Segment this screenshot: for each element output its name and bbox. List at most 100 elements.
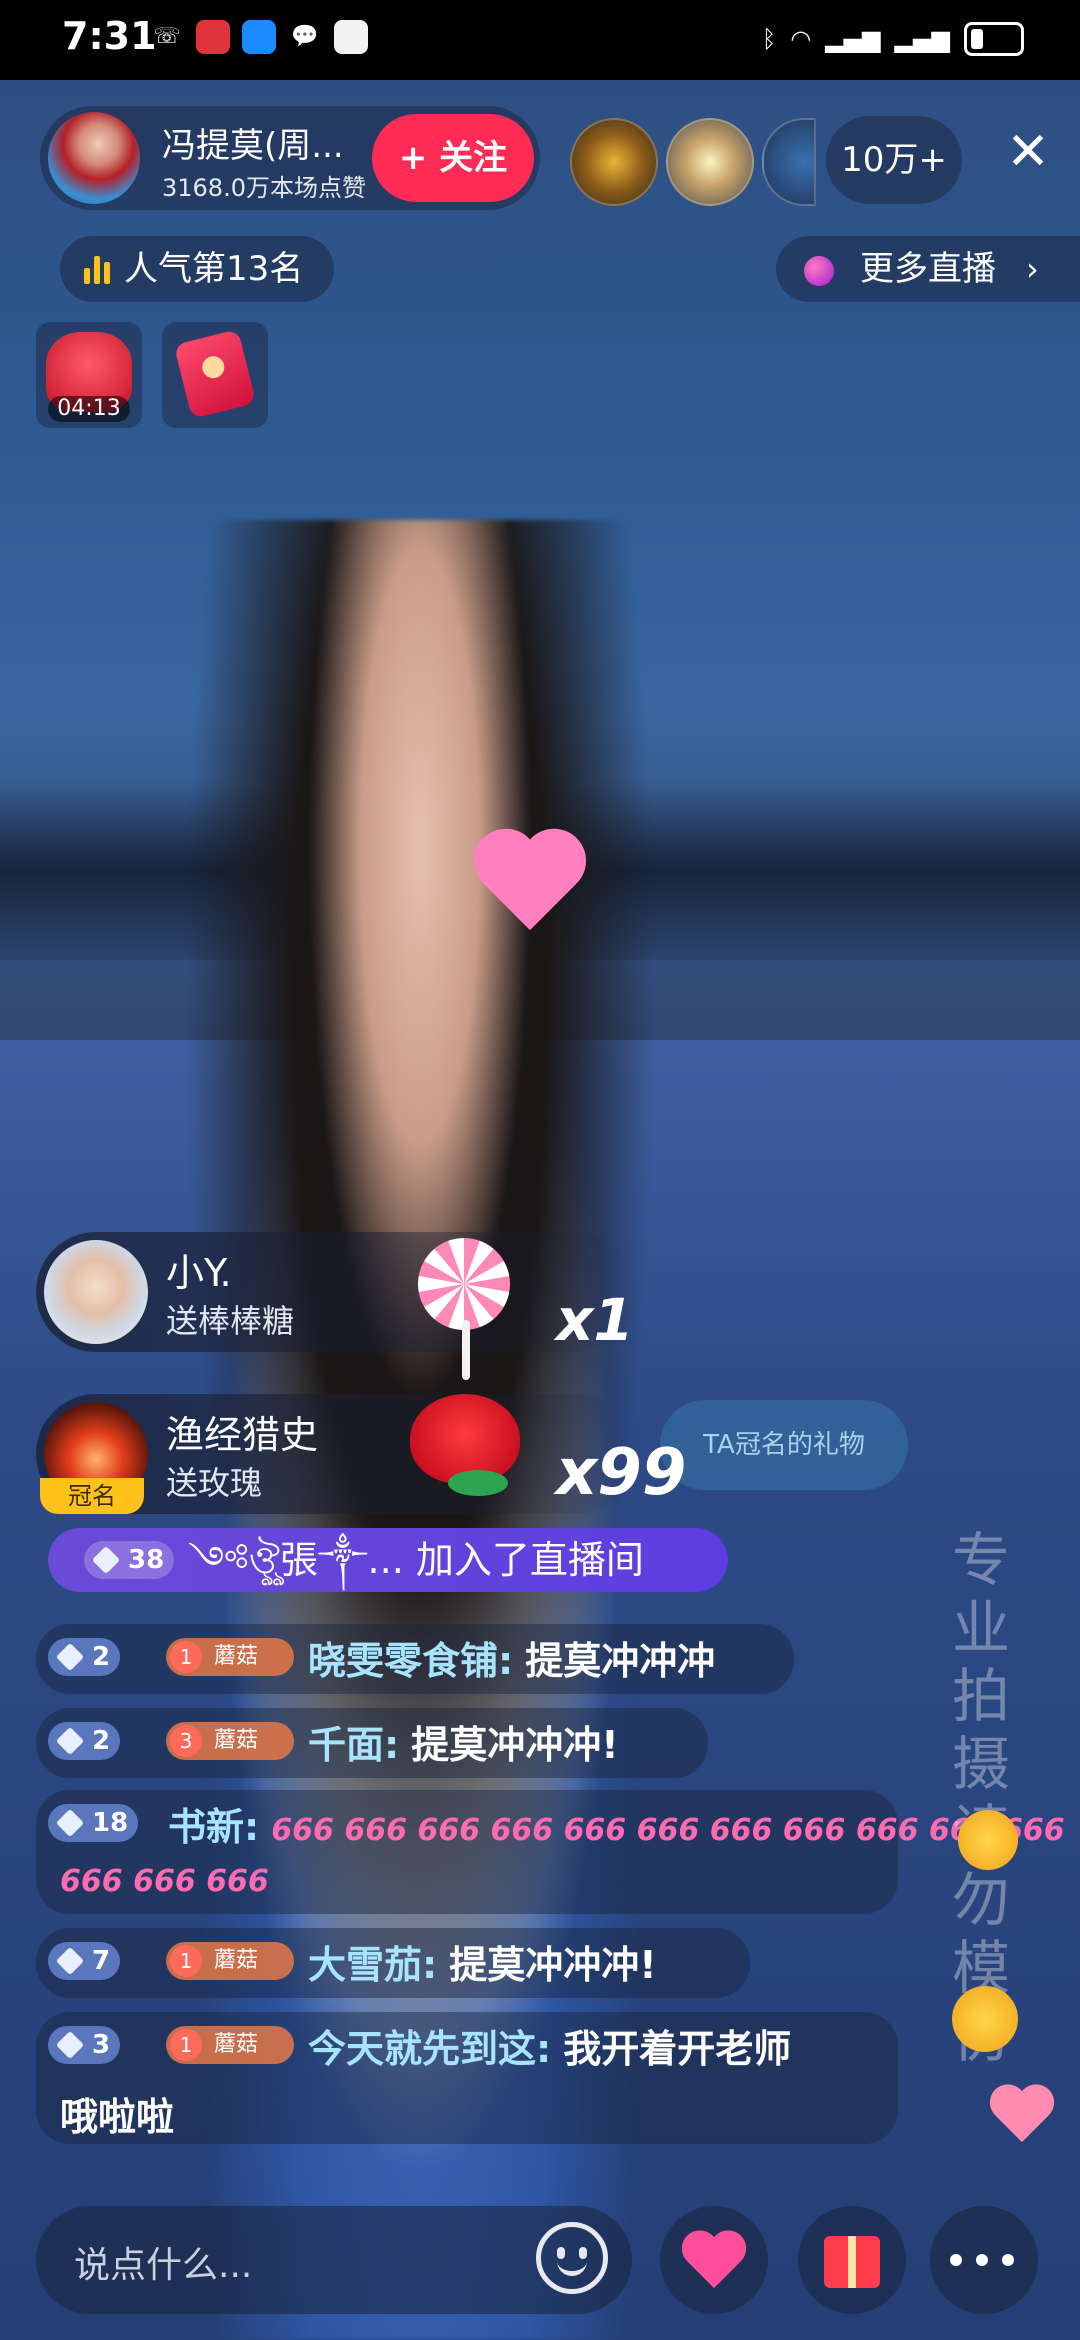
fan-badge: 1 蘑菇: [166, 1638, 294, 1676]
viewer-count[interactable]: 10万+: [826, 116, 962, 204]
level-badge: 3: [48, 2026, 121, 2064]
gift-button[interactable]: [798, 2206, 906, 2314]
app-icon: [242, 20, 276, 54]
rose-leaf: [448, 1470, 508, 1496]
sponsor-gift-tag: TA冠名的礼物: [660, 1400, 908, 1490]
more-button[interactable]: [930, 2206, 1038, 2314]
watermark-char: 拍: [951, 1662, 1010, 1730]
anchor-likes: 3168.0万本场点赞: [162, 174, 366, 202]
lucky-bag-timer: 04:13: [48, 396, 130, 422]
fan-name: 蘑菇: [214, 1948, 259, 1973]
close-icon[interactable]: ✕: [1000, 124, 1056, 180]
like-button[interactable]: [660, 2206, 768, 2314]
chat-icon: 💬: [291, 24, 319, 49]
fan-level: 3: [170, 1725, 202, 1757]
red-envelope[interactable]: [162, 322, 268, 428]
fan-name: 蘑菇: [214, 2032, 259, 2057]
chat-message[interactable]: 2 3 蘑菇 千面: 提莫冲冲冲!: [36, 1708, 708, 1778]
gift-action: 送棒棒糖: [166, 1302, 295, 1340]
floating-emoji-icon: [958, 1810, 1018, 1870]
status-bar: 7:31 ☏ 💬 ᛒ ◠ ▂▄▆ ▂▄▆: [0, 0, 1080, 80]
level-badge: 2: [48, 1638, 121, 1676]
level-badge: 38: [84, 1541, 175, 1579]
chat-username[interactable]: 书新:: [168, 1805, 259, 1849]
chat-text-continued: 哦啦啦: [60, 2095, 175, 2139]
fan-level: 1: [170, 2029, 202, 2061]
lollipop-stick: [462, 1320, 470, 1380]
gift-notification: 冠名 渔经猎史 送玫瑰: [36, 1394, 636, 1514]
viewer-avatar[interactable]: [570, 118, 658, 206]
notification-icons: ☏ 💬: [150, 20, 368, 54]
fan-name: 蘑菇: [214, 1644, 259, 1669]
chat-text: 我开着开老师: [563, 2027, 792, 2071]
lucky-bag[interactable]: 04:13: [36, 322, 142, 428]
chat-text: 提莫冲冲冲!: [411, 1723, 619, 1767]
chat-username[interactable]: 晓雯零食铺:: [308, 1639, 513, 1683]
fan-badge: 3 蘑菇: [166, 1722, 294, 1760]
fan-badge: 1 蘑菇: [166, 2026, 294, 2064]
comment-input[interactable]: 说点什么...: [36, 2206, 632, 2314]
heart-icon: [682, 2232, 746, 2288]
sender-avatar[interactable]: [44, 1240, 148, 1344]
chat-message[interactable]: 3 1 蘑菇 今天就先到这: 我开着开老师 哦啦啦: [36, 2012, 898, 2144]
watermark-char: 业: [951, 1594, 1010, 1662]
comment-placeholder: 说点什么...: [74, 2245, 253, 2286]
rank-label: 人气第13名: [124, 249, 304, 289]
emoji-icon[interactable]: [536, 2222, 608, 2294]
more-dots-icon: [950, 2254, 962, 2266]
app-icon: [196, 20, 230, 54]
chat-text: 提莫冲冲冲: [525, 1639, 716, 1683]
sender-name: 小Y.: [166, 1251, 232, 1295]
missed-call-icon: ☏: [153, 24, 181, 49]
chevron-right-icon: ›: [1026, 250, 1039, 288]
anchor-name: 冯提莫(周...: [162, 126, 344, 166]
gift-notification: 小Y. 送棒棒糖: [36, 1232, 636, 1352]
chat-message[interactable]: 2 1 蘑菇 晓雯零食铺: 提莫冲冲冲: [36, 1624, 794, 1694]
join-text: ༺ঔৣ張༒... 加入了直播间: [188, 1538, 644, 1582]
lollipop-icon: [418, 1238, 510, 1330]
chat-username[interactable]: 大雪茄:: [308, 1943, 437, 1987]
anchor-avatar[interactable]: [48, 112, 140, 204]
fan-level: 1: [170, 1945, 202, 1977]
follow-button[interactable]: + 关注: [372, 114, 534, 202]
popularity-rank[interactable]: 人气第13名: [60, 236, 334, 302]
wifi-icon: ◠: [790, 25, 812, 53]
system-icons: ᛒ ◠ ▂▄▆ ▂▄▆: [762, 22, 1024, 56]
app-icon: [334, 20, 368, 54]
status-time: 7:31: [62, 14, 157, 58]
gift-multiplier: x99: [556, 1436, 687, 1510]
more-live-label: 更多直播: [860, 249, 996, 289]
sponsor-badge: 冠名: [40, 1478, 144, 1514]
gift-icon: [824, 2236, 880, 2288]
viewer-avatar[interactable]: [666, 118, 754, 206]
red-envelope-icon: [173, 329, 257, 419]
sender-name: 渔经猎史: [166, 1413, 319, 1457]
level-badge: 7: [48, 1942, 121, 1980]
watermark-char: 勿: [951, 1866, 1010, 1934]
chat-text-continued: 666 666 666: [60, 1864, 269, 1899]
watermark-char: 专: [951, 1526, 1010, 1594]
more-live-button[interactable]: 更多直播 ›: [776, 236, 1080, 302]
floating-heart-icon: [990, 2086, 1054, 2142]
bluetooth-icon: ᛒ: [761, 25, 777, 53]
fan-badge: 1 蘑菇: [166, 1942, 294, 1980]
chat-username[interactable]: 千面:: [308, 1723, 399, 1767]
gift-action: 送玫瑰: [166, 1464, 263, 1502]
fan-name: 蘑菇: [214, 1728, 259, 1753]
chat-message[interactable]: 18 书新: 666 666 666 666 666 666 666 666 6…: [36, 1790, 1065, 1914]
chat-text: 提莫冲冲冲!: [449, 1943, 657, 1987]
fan-level: 1: [170, 1641, 202, 1673]
gift-multiplier: x1: [556, 1286, 634, 1354]
join-banner: 38 ༺ঔৣ張༒... 加入了直播间: [48, 1528, 728, 1592]
rank-bars-icon: [84, 254, 110, 284]
level-badge: 2: [48, 1722, 121, 1760]
planet-icon: [804, 256, 834, 286]
heart-sticker-icon: [470, 832, 590, 928]
level-badge: 18: [48, 1804, 139, 1842]
laughing-emoji-icon: [952, 1986, 1018, 2052]
signal-4g-icon: ▂▄▆: [894, 25, 950, 53]
chat-message[interactable]: 7 1 蘑菇 大雪茄: 提莫冲冲冲!: [36, 1928, 750, 1998]
chat-username[interactable]: 今天就先到这:: [308, 2027, 551, 2071]
signal-5g-icon: ▂▄▆: [825, 25, 881, 53]
watermark-char: 摄: [951, 1730, 1010, 1798]
